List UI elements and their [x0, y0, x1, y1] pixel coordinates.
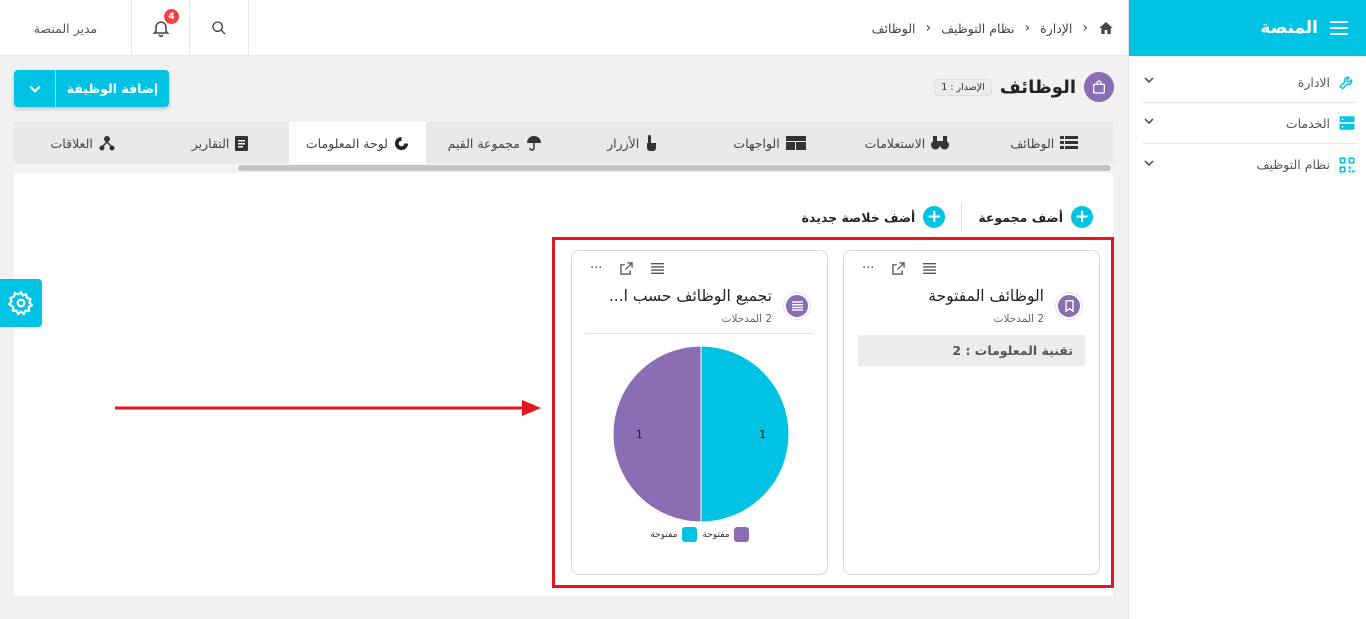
breadcrumb-item: الوظائف — [871, 20, 916, 36]
sidebar-item-label: الخدمات — [1285, 115, 1330, 131]
chevron-down-icon — [1143, 157, 1155, 173]
server-icon — [1339, 116, 1355, 130]
tab-label: الأزرار — [607, 135, 640, 151]
tab-buttons[interactable]: الأزرار — [564, 122, 701, 164]
plus-icon: + — [1071, 206, 1093, 228]
page-title-text: الوظائف — [999, 76, 1076, 98]
page-title: الوظائف الإصدار : 1 — [934, 72, 1114, 102]
add-summary-label: أضف خلاصة جديدة — [801, 209, 916, 225]
chevron-left-icon: ‹ — [925, 20, 932, 36]
sidebar-item-recruitment[interactable]: نظام التوظيف — [1143, 144, 1356, 185]
shopping-bag-icon — [1084, 72, 1114, 102]
sidebar-item-services[interactable]: الخدمات — [1143, 103, 1356, 144]
sidebar-item-label: الادارة — [1297, 74, 1330, 90]
sidebar-item-administration[interactable]: الادارة — [1143, 62, 1356, 103]
sidebar: المنصة الادارة الخدمات نظام التوظيف — [1128, 0, 1366, 619]
hamburger-icon[interactable] — [1330, 21, 1348, 35]
qrcode-icon — [1339, 157, 1355, 172]
annotation-arrow — [115, 400, 541, 416]
tab-label: الواجهات — [733, 135, 780, 151]
breadcrumb-item[interactable]: الإدارة — [1040, 21, 1072, 36]
version-badge: الإصدار : 1 — [934, 78, 992, 96]
chevron-down-icon — [1143, 115, 1155, 131]
layout-icon — [785, 136, 806, 150]
chevron-left-icon: ‹ — [1082, 20, 1088, 36]
sidebar-item-label: نظام التوظيف — [1256, 157, 1330, 172]
dashboard-actions: + أضف مجموعة + أضف خلاصة جديدة — [802, 203, 1093, 231]
chevron-left-icon: ‹ — [1024, 20, 1031, 36]
tab-label: الوظائف — [1010, 135, 1055, 151]
tab-jobs[interactable]: الوظائف — [976, 122, 1113, 164]
sidebar-title: المنصة — [1260, 18, 1318, 38]
sidebar-header: المنصة — [1129, 0, 1366, 56]
wrench-icon — [1339, 76, 1353, 90]
breadcrumb-item[interactable]: نظام التوظيف — [941, 21, 1014, 36]
settings-button[interactable] — [0, 279, 42, 327]
chevron-down-icon — [1143, 74, 1155, 90]
highlight-box — [552, 237, 1114, 588]
home-icon[interactable] — [1098, 20, 1114, 36]
add-summary-button[interactable]: + أضف خلاصة جديدة — [802, 206, 946, 228]
plus-icon: + — [923, 206, 946, 228]
add-group-label: أضف مجموعة — [978, 209, 1063, 225]
divider — [961, 203, 963, 231]
tab-interfaces[interactable]: الواجهات — [701, 122, 838, 164]
tab-label: الاستعلامات — [864, 135, 926, 151]
pointer-icon — [647, 135, 657, 151]
add-group-button[interactable]: + أضف مجموعة — [978, 206, 1093, 228]
table-icon — [1060, 136, 1079, 149]
gear-icon — [8, 290, 34, 316]
breadcrumb: ‹ الإدارة ‹ نظام التوظيف ‹ الوظائف — [872, 0, 1114, 56]
tab-queries[interactable]: الاستعلامات — [838, 122, 975, 164]
binoculars-icon — [931, 136, 950, 150]
